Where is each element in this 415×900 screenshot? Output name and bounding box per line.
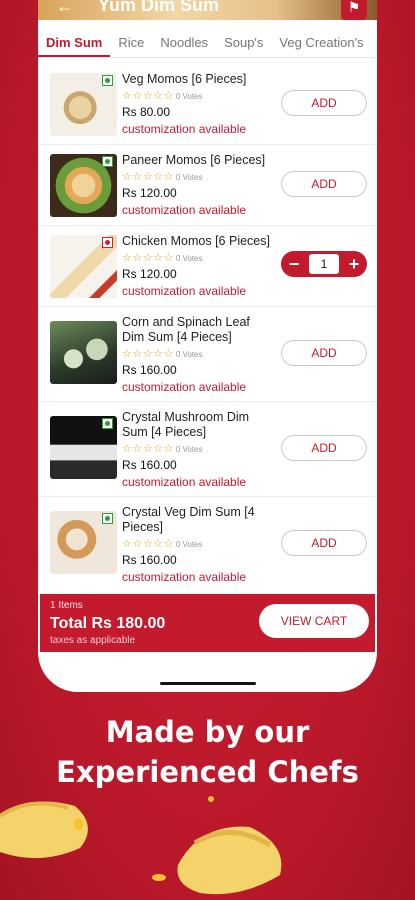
item-price: Rs 160.00 [122, 363, 177, 377]
tab-dim-sum[interactable]: Dim Sum [38, 28, 111, 57]
item-name: Crystal Mushroom Dim Sum [4 Pieces] [122, 410, 250, 439]
tab-veg-creations[interactable]: Veg Creation's [271, 28, 371, 57]
quantity-value[interactable]: 1 [309, 254, 339, 274]
item-name: Crystal Veg Dim Sum [4 Pieces] [122, 505, 255, 534]
veg-indicator-icon [102, 156, 113, 167]
veg-indicator-icon [102, 75, 113, 86]
rating-stars: ☆☆☆☆☆ [122, 90, 174, 102]
rating-stars-icon: ☆☆☆☆☆ 0 Votes [122, 251, 272, 264]
rating-stars: ☆☆☆☆☆ [122, 538, 174, 550]
view-cart-button[interactable]: VIEW CART [259, 604, 369, 638]
votes-count: 0 Votes [175, 92, 203, 101]
rating-stars-icon: ☆☆☆☆☆ 0 Votes [122, 442, 272, 455]
dumpling-illustration [177, 826, 282, 895]
customization-note: customization available [122, 284, 247, 298]
votes-count: 0 Votes [175, 173, 203, 182]
restaurant-header: ← Yum Dim Sum ⚑ [38, 0, 377, 20]
item-price: Rs 80.00 [122, 105, 171, 119]
promo-headline: Made by our Experienced Chefs [0, 712, 415, 792]
veg-indicator-icon [102, 513, 113, 524]
add-button[interactable]: ADD [281, 340, 367, 366]
votes-count: 0 Votes [175, 445, 203, 454]
add-button[interactable]: ADD [281, 171, 367, 197]
rating-stars: ☆☆☆☆☆ [122, 252, 174, 264]
confetti-dot [208, 796, 214, 802]
rating-stars-icon: ☆☆☆☆☆ 0 Votes [122, 170, 272, 183]
rating-stars: ☆☆☆☆☆ [122, 171, 174, 183]
add-button[interactable]: ADD [281, 435, 367, 461]
non-veg-indicator-icon [102, 237, 113, 248]
veg-indicator-icon [102, 418, 113, 429]
item-price: Rs 120.00 [122, 186, 177, 200]
plus-button[interactable]: + [347, 251, 361, 277]
votes-count: 0 Votes [175, 540, 203, 549]
rating-stars-icon: ☆☆☆☆☆ 0 Votes [122, 347, 272, 360]
item-name: Chicken Momos [6 Pieces] [122, 234, 270, 248]
customization-note: customization available [122, 380, 247, 394]
rating-stars: ☆☆☆☆☆ [122, 348, 174, 360]
menu-item: Corn and Spinach Leaf Dim Sum [4 Pieces]… [38, 307, 377, 402]
add-button[interactable]: ADD [281, 530, 367, 556]
item-price: Rs 120.00 [122, 267, 177, 281]
headline-line-1: Made by our [105, 715, 310, 749]
confetti-dot [152, 874, 166, 881]
phone-screen: ← Yum Dim Sum ⚑ Dim Sum Rice Noodles Sou… [38, 0, 377, 692]
customization-note: customization available [122, 570, 247, 584]
menu-item: Chicken Momos [6 Pieces] ☆☆☆☆☆ 0 Votes Rs… [38, 226, 377, 307]
rating-stars-icon: ☆☆☆☆☆ 0 Votes [122, 537, 272, 550]
item-name: Veg Momos [6 Pieces] [122, 72, 247, 86]
item-name: Corn and Spinach Leaf Dim Sum [4 Pieces] [122, 315, 250, 344]
menu-item: Crystal Mushroom Dim Sum [4 Pieces] ☆☆☆☆… [38, 402, 377, 497]
item-price: Rs 160.00 [122, 458, 177, 472]
cart-total: Total Rs 180.00 [50, 615, 166, 632]
customization-note: customization available [122, 203, 247, 217]
home-indicator [160, 682, 256, 685]
restaurant-title: Yum Dim Sum [98, 0, 220, 15]
votes-count: 0 Votes [175, 254, 203, 263]
confetti-dot [74, 818, 83, 830]
menu-item: Veg Momos [6 Pieces] ☆☆☆☆☆ 0 Votes Rs 80.… [38, 64, 377, 145]
menu-list: Veg Momos [6 Pieces] ☆☆☆☆☆ 0 Votes Rs 80.… [38, 64, 377, 592]
tax-note: taxes as applicable [50, 635, 136, 646]
cart-summary-bar[interactable]: 1 Items Total Rs 180.00 taxes as applica… [40, 594, 375, 652]
tab-noodles[interactable]: Noodles [152, 28, 216, 57]
tab-soups[interactable]: Soup's [216, 28, 271, 57]
add-button[interactable]: ADD [281, 90, 367, 116]
customization-note: customization available [122, 122, 247, 136]
dumpling-illustration [0, 801, 88, 859]
item-name: Paneer Momos [6 Pieces] [122, 153, 266, 167]
menu-item: Crystal Veg Dim Sum [4 Pieces] ☆☆☆☆☆ 0 Vo… [38, 497, 377, 592]
rating-stars-icon: ☆☆☆☆☆ 0 Votes [122, 89, 272, 102]
food-image [50, 321, 117, 384]
rating-stars: ☆☆☆☆☆ [122, 443, 174, 455]
category-tabs: Dim Sum Rice Noodles Soup's Veg Creation… [38, 28, 377, 58]
quantity-stepper: − 1 + [281, 251, 367, 277]
tab-rice[interactable]: Rice [110, 28, 152, 57]
minus-button[interactable]: − [287, 251, 301, 277]
bookmark-icon[interactable]: ⚑ [341, 0, 367, 20]
menu-item: Paneer Momos [6 Pieces] ☆☆☆☆☆ 0 Votes Rs … [38, 145, 377, 226]
votes-count: 0 Votes [175, 350, 203, 359]
customization-note: customization available [122, 475, 247, 489]
item-price: Rs 160.00 [122, 553, 177, 567]
back-arrow-icon[interactable]: ← [56, 0, 74, 17]
cart-item-count: 1 Items [50, 600, 83, 611]
